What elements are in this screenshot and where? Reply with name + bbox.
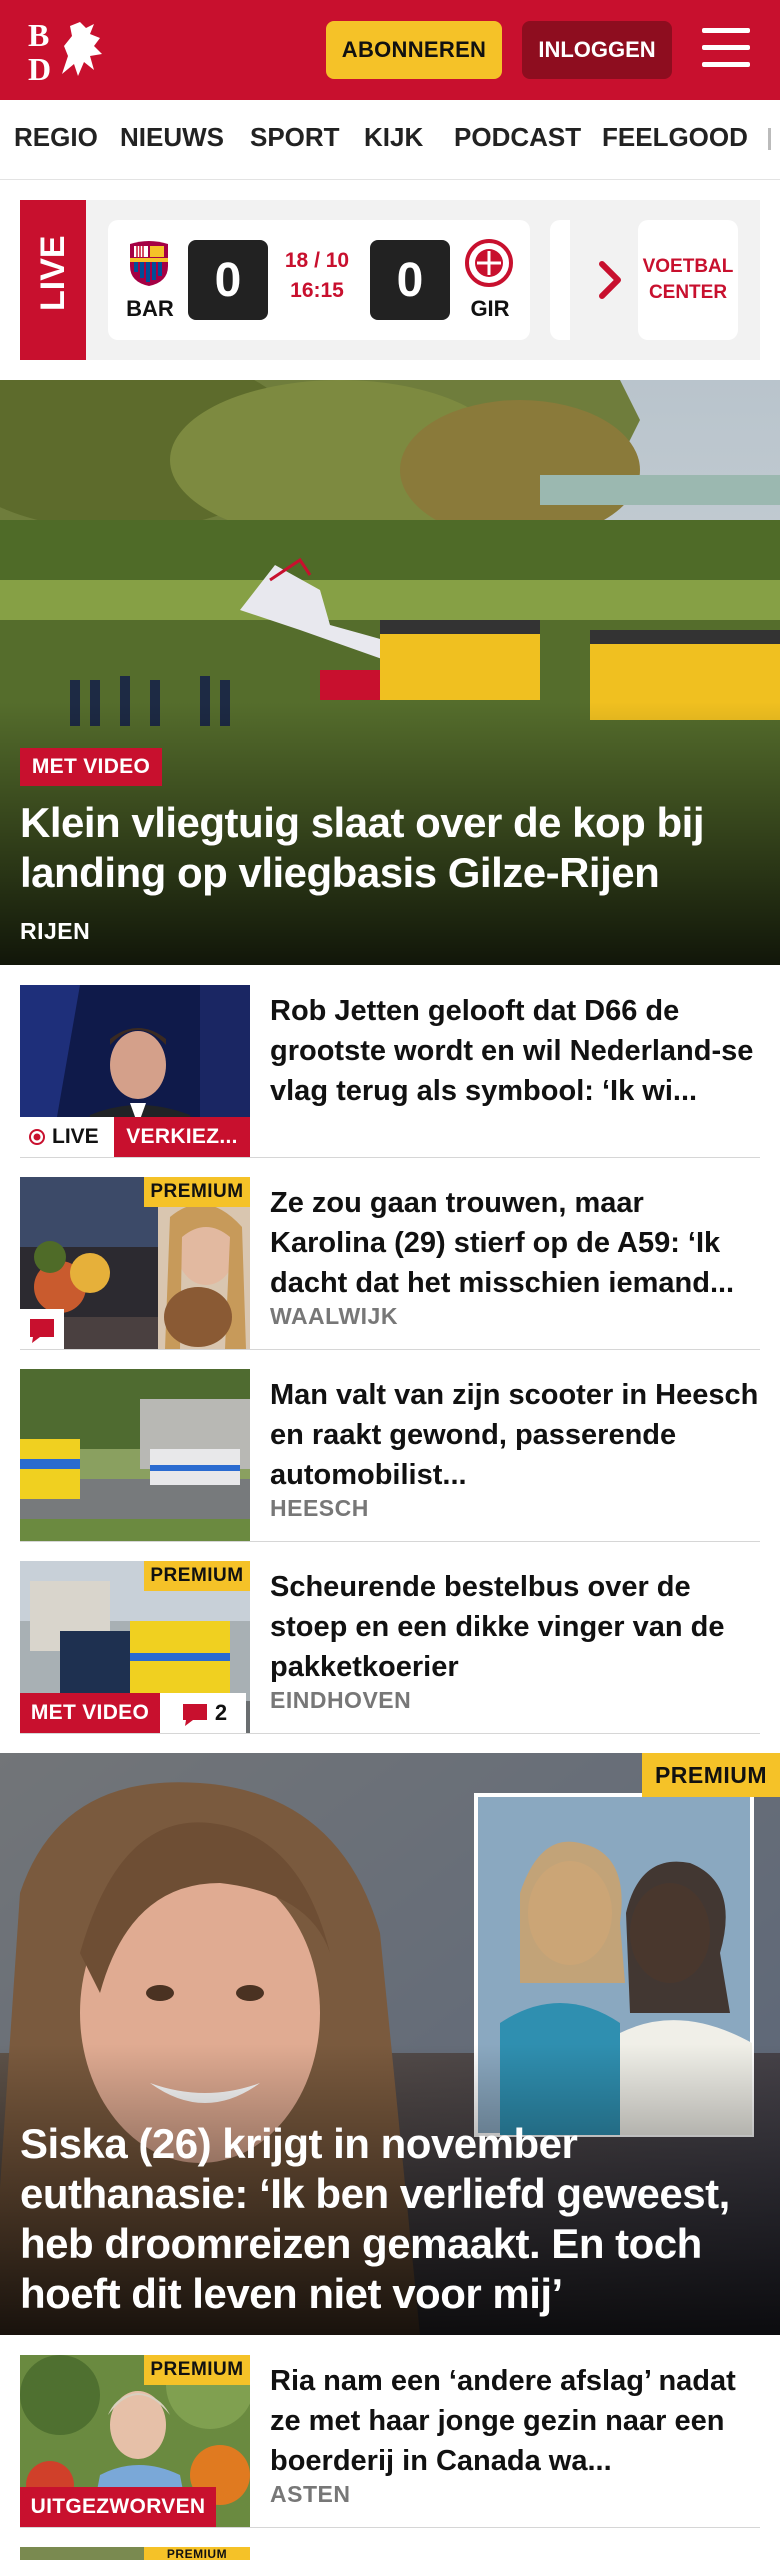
section-nav: REGIO NIEUWS SPORT KIJK PODCAST FEELGOOD <box>0 100 780 180</box>
away-score: 0 <box>370 240 450 320</box>
chevron-right-icon[interactable] <box>590 256 630 304</box>
article-thumbnail: PREMIUM <box>20 1177 250 1349</box>
svg-text:D: D <box>28 51 51 84</box>
live-bar: LIVE <box>20 200 86 360</box>
home-score: 0 <box>188 240 268 320</box>
article-title[interactable]: Ria nam een ‘andere afslag’ nadat ze met… <box>270 2361 760 2481</box>
list-item[interactable]: Man valt van zijn scooter in Heesch en r… <box>20 1369 760 1542</box>
live-label: LIVE <box>34 235 72 311</box>
article-title[interactable]: Ze zou gaan trouwen, maar Karolina (29) … <box>270 1183 760 1303</box>
list-item[interactable]: PREMIUM MET VIDEO 2 Scheurende bestelbus… <box>20 1561 760 1734</box>
live-dot-icon <box>29 1129 45 1145</box>
girona-crest-icon <box>464 238 514 288</box>
video-badge: MET VIDEO <box>20 748 162 786</box>
list-item[interactable]: PREMIUM UITGEZWORVEN Ria nam een ‘andere… <box>20 2355 760 2528</box>
svg-text:B: B <box>28 17 49 53</box>
away-team-name: GIR <box>470 296 510 321</box>
article-thumbnail: LIVE VERKIEZ... <box>20 985 250 1157</box>
hamburger-icon[interactable] <box>702 26 750 70</box>
comment-icon <box>182 1704 207 1726</box>
video-badge: MET VIDEO <box>20 1693 160 1733</box>
comment-count-text: 2 <box>214 1700 228 1725</box>
hero-location: RIJEN <box>20 918 91 944</box>
feature-article[interactable]: PREMIUM Siska (26) krijgt in november eu… <box>0 1753 780 2335</box>
match-card[interactable]: BAR 0 18 / 10 16:15 0 GIR <box>108 220 530 340</box>
site-header: B D ABONNEREN INLOGGEN <box>0 0 780 100</box>
premium-badge: PREMIUM <box>144 1561 250 1591</box>
barcelona-crest-icon <box>124 238 174 288</box>
article-location: ASTEN <box>270 2481 351 2507</box>
list-item[interactable]: PREMIUM Ze zou gaan trouwen, maar Karoli… <box>20 1177 760 1350</box>
comment-count: 2 <box>160 1693 246 1733</box>
article-title[interactable]: Man valt van zijn scooter in Heesch en r… <box>270 1375 760 1495</box>
comment-icon <box>20 1309 64 1349</box>
voetbal-center-link[interactable]: VOETBAL CENTER <box>638 220 738 340</box>
next-match-card[interactable] <box>550 220 570 340</box>
premium-badge: PREMIUM <box>642 1753 780 1797</box>
nav-item-regio[interactable]: REGIO <box>14 122 98 153</box>
match-time: 16:15 <box>290 279 344 302</box>
nav-item-podcast[interactable]: PODCAST <box>454 122 581 153</box>
hero-title[interactable]: Klein vliegtuig slaat over de kop bij la… <box>20 798 740 898</box>
article-location: EINDHOVEN <box>270 1687 412 1713</box>
category-badge: UITGEZWORVEN <box>20 2487 216 2527</box>
nav-item-nieuws[interactable]: NIEUWS <box>120 122 224 153</box>
category-badge: VERKIEZ... <box>114 1117 250 1157</box>
live-text: LIVE <box>52 1125 99 1148</box>
match-datetime: 18 / 10 16:15 <box>276 246 358 306</box>
live-scores-panel: LIVE BAR 0 18 / 10 16:15 0 GIR VOETBAL C… <box>20 200 760 360</box>
article-thumbnail: PREMIUM MET VIDEO 2 <box>20 1561 250 1733</box>
bd-logo[interactable]: B D <box>28 16 112 87</box>
premium-badge: PREMIUM <box>144 2547 250 2560</box>
article-title[interactable]: Scheurende bestelbus over de stoep en ee… <box>270 1567 760 1687</box>
home-team-name: BAR <box>126 296 174 321</box>
nav-item-kijk[interactable]: KIJK <box>364 122 423 153</box>
premium-badge: PREMIUM <box>144 2355 250 2385</box>
login-button[interactable]: INLOGGEN <box>522 21 672 79</box>
article-location: WAALWIJK <box>270 1303 398 1329</box>
article-title[interactable]: Rob Jetten gelooft dat D66 de grootste w… <box>270 991 760 1111</box>
feature-title[interactable]: Siska (26) krijgt in november euthanasie… <box>20 2119 760 2319</box>
article-thumbnail: PREMIUM UITGEZWORVEN <box>20 2355 250 2527</box>
match-date: 18 / 10 <box>284 249 350 272</box>
subscribe-button[interactable]: ABONNEREN <box>326 21 502 79</box>
nav-overflow-indicator <box>768 128 771 150</box>
list-item[interactable]: LIVE VERKIEZ... Rob Jetten gelooft dat D… <box>20 985 760 1158</box>
hero-article[interactable]: MET VIDEO Klein vliegtuig slaat over de … <box>0 380 780 965</box>
article-location: HEESCH <box>270 1495 369 1521</box>
article-thumbnail <box>20 1369 250 1541</box>
list-item-peek[interactable]: PREMIUM <box>20 2547 760 2560</box>
live-indicator: LIVE <box>20 1117 114 1157</box>
nav-item-sport[interactable]: SPORT <box>250 122 340 153</box>
nav-item-feelgood[interactable]: FEELGOOD <box>602 122 748 153</box>
premium-badge: PREMIUM <box>144 1177 250 1207</box>
